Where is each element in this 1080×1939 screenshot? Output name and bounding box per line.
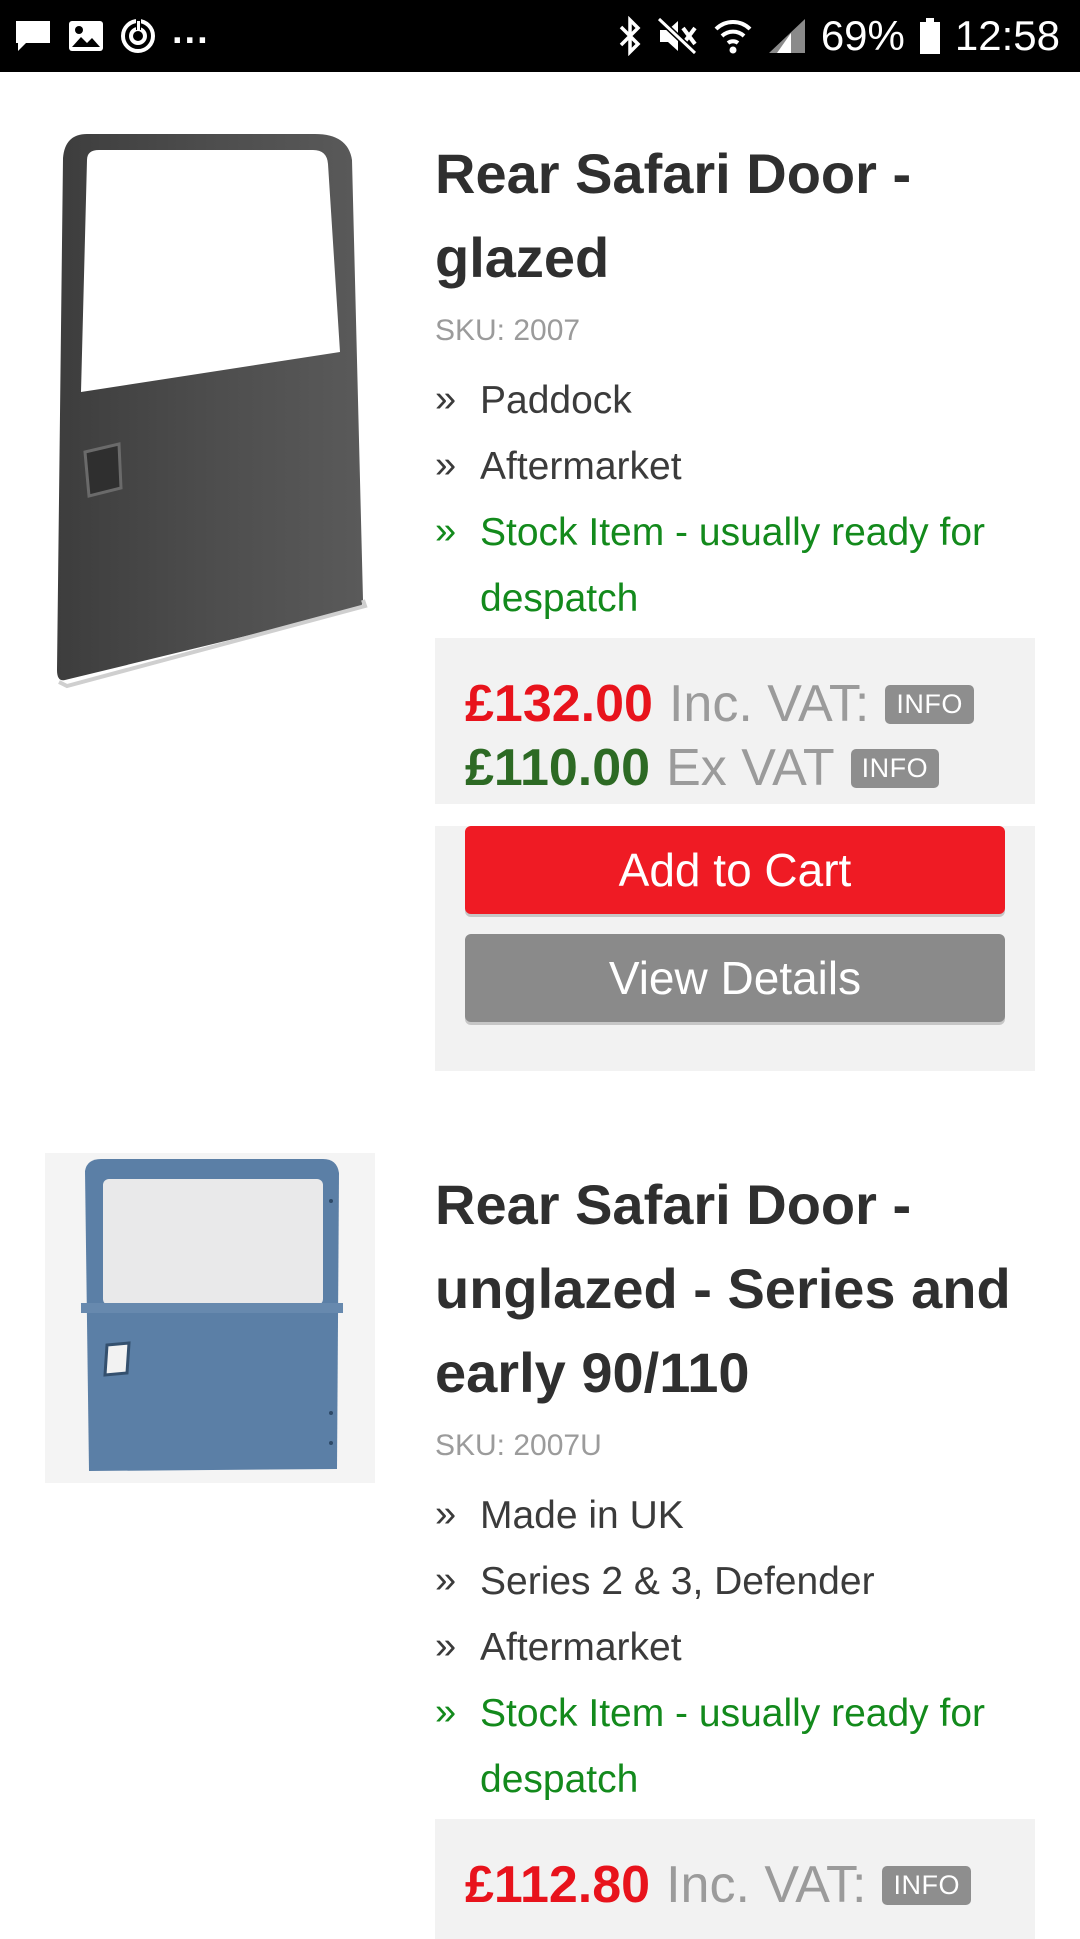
product-image[interactable] xyxy=(45,130,375,690)
clock: 12:58 xyxy=(954,12,1060,59)
chevron-right-icon: » xyxy=(435,378,457,420)
signal-icon xyxy=(767,17,807,55)
info-badge[interactable]: INFO xyxy=(885,684,974,724)
sync-icon xyxy=(120,18,156,54)
chevron-right-icon: » xyxy=(435,444,457,486)
product-image[interactable] xyxy=(45,1153,375,1483)
add-to-cart-button[interactable]: Add to Cart xyxy=(465,826,1005,914)
status-bar-notifications: ... xyxy=(0,10,210,54)
battery-icon xyxy=(919,17,941,55)
feature-item: » Made in UK xyxy=(435,1483,1035,1549)
feature-item: » Series 2 & 3, Defender xyxy=(435,1549,1035,1615)
inc-vat-label: Inc. VAT: xyxy=(666,1856,867,1914)
product-sku: SKU: 2007 xyxy=(435,314,581,347)
info-badge[interactable]: INFO xyxy=(850,748,940,788)
stock-status: » Stock Item - usually ready for despatch xyxy=(435,500,1035,632)
chevron-right-icon: » xyxy=(435,1625,457,1667)
price-ex-vat: £110.00 xyxy=(465,739,651,797)
grey-door-illustration xyxy=(57,134,368,689)
product-features: » Paddock » Aftermarket » Stock Item - usua… xyxy=(435,368,1035,632)
message-icon xyxy=(14,19,52,53)
stock-status: » Stock Item - usually ready for despatch xyxy=(435,1681,1035,1813)
product-title[interactable]: Rear Safari Door - glazed xyxy=(435,132,1035,300)
chevron-right-icon: » xyxy=(435,1559,457,1601)
gallery-icon xyxy=(68,20,104,52)
bluetooth-icon xyxy=(617,16,643,56)
product-sku: SKU: 2007U xyxy=(435,1429,602,1462)
status-bar: ... 69% 12:58 xyxy=(0,0,1080,72)
price-box: £112.80 Inc. VAT: INFO xyxy=(435,1819,1035,1939)
chevron-right-icon: » xyxy=(435,1691,457,1733)
price-ex-row: £110.00 Ex VAT INFO xyxy=(465,736,1035,800)
product-info: Rear Safari Door - unglazed - Series and… xyxy=(435,1163,1035,1939)
inc-vat-label: Inc. VAT: xyxy=(668,675,870,733)
status-bar-system: 69% 12:58 xyxy=(617,12,1080,60)
product-info: Rear Safari Door - glazed SKU: 2007 » Pad… xyxy=(435,132,1035,1071)
price-inc-row: £112.80 Inc. VAT: INFO xyxy=(465,1853,1035,1917)
price-inc-row: £132.00 Inc. VAT: INFO xyxy=(465,672,1035,736)
price-inc-vat: £112.80 xyxy=(465,1856,651,1914)
product-title[interactable]: Rear Safari Door - unglazed - Series and… xyxy=(435,1163,1035,1415)
more-notifications-indicator: ... xyxy=(172,9,210,52)
view-details-button[interactable]: View Details xyxy=(465,934,1005,1022)
chevron-right-icon: » xyxy=(435,510,457,552)
feature-item: » Paddock xyxy=(435,368,1035,434)
product-features: » Made in UK » Series 2 & 3, Defender » Aft… xyxy=(435,1483,1035,1813)
wifi-icon xyxy=(713,17,753,55)
feature-item: » Aftermarket xyxy=(435,1615,1035,1681)
feature-item: » Aftermarket xyxy=(435,434,1035,500)
blue-door-illustration xyxy=(81,1159,343,1471)
price-inc-vat: £132.00 xyxy=(465,675,653,733)
battery-percentage: 69% xyxy=(820,12,905,59)
info-badge[interactable]: INFO xyxy=(882,1865,971,1905)
ex-vat-label: Ex VAT xyxy=(666,739,835,797)
price-box: £132.00 Inc. VAT: INFO £110.00 Ex VAT IN… xyxy=(435,638,1035,804)
action-box: Add to Cart View Details xyxy=(435,826,1035,1071)
chevron-right-icon: » xyxy=(435,1493,457,1535)
mute-icon xyxy=(656,17,699,55)
